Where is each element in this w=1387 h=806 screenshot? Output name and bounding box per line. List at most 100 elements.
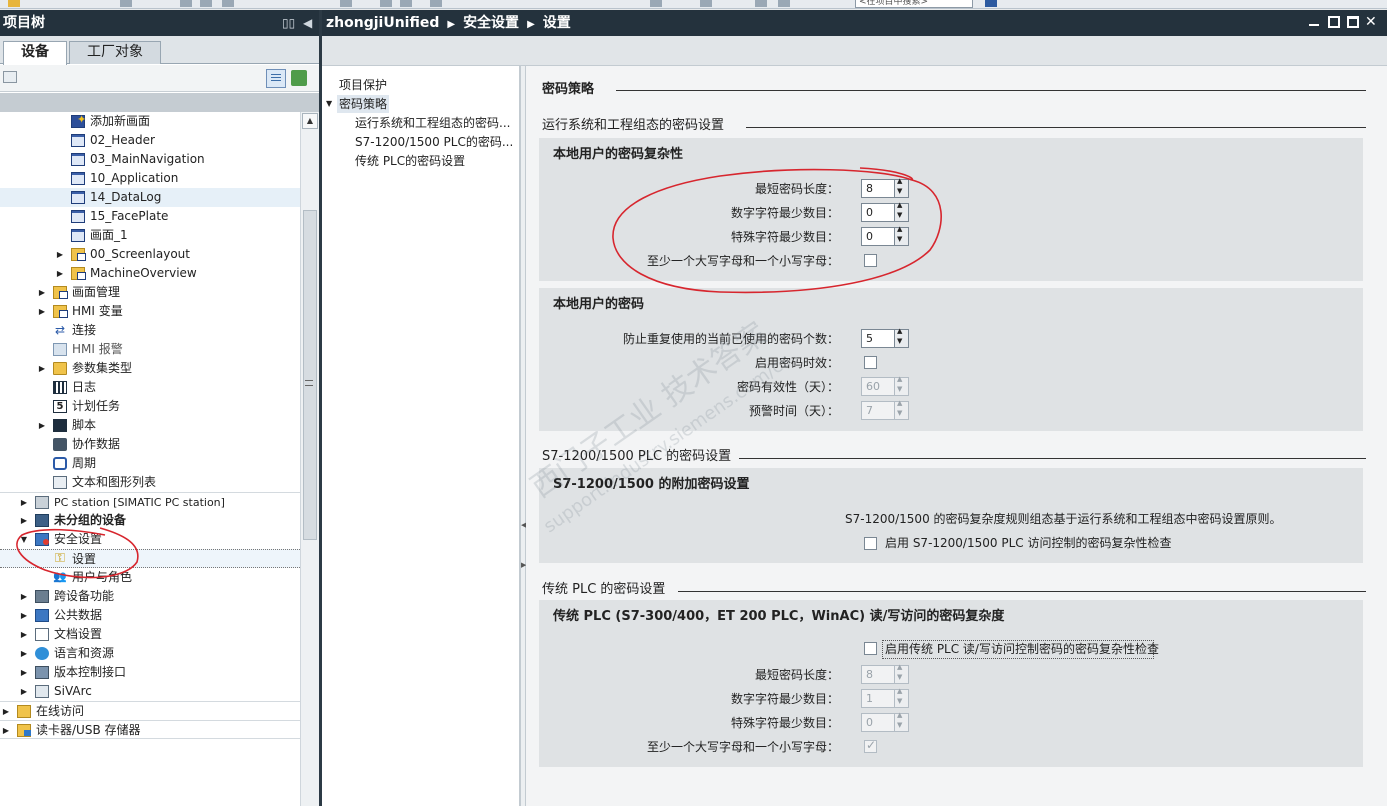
upper-lower-checkbox[interactable] (864, 254, 877, 267)
tree-item-settings[interactable]: ⚿ 设置 (0, 549, 300, 568)
tree-item-parameter-set-types[interactable]: ▶ 参数集类型 (0, 359, 300, 378)
stepper-arrows-icon[interactable] (894, 399, 908, 419)
validity-stepper[interactable]: 60 (861, 375, 909, 396)
tree-item-connections[interactable]: ⇄ 连接 (0, 321, 300, 340)
tree-item-hmi-alarms[interactable]: HMI 报警 (0, 340, 300, 359)
tree-item-00-screenlayout[interactable]: ▶ 00_Screenlayout (0, 245, 300, 264)
legacy-min-length-stepper[interactable]: 8 (861, 663, 909, 684)
tree-item-cycles[interactable]: 周期 (0, 454, 300, 473)
nav-s7-password[interactable]: S7-1200/1500 PLC的密码... (355, 133, 513, 151)
device-overview-icon[interactable] (3, 71, 17, 83)
minimize-icon[interactable] (1309, 16, 1319, 26)
search-go-icon[interactable] (985, 0, 997, 7)
add-device-icon[interactable] (291, 70, 307, 86)
expand-arrow-icon[interactable]: ▶ (1, 721, 11, 740)
tree-item-machineoverview[interactable]: ▶ MachineOverview (0, 264, 300, 283)
tab-devices[interactable]: 设备 (3, 41, 67, 65)
tree-item-cross-device[interactable]: ▶ 跨设备功能 (0, 587, 300, 606)
legacy-complexity-checkbox[interactable] (864, 642, 877, 655)
tree-item-15-faceplate[interactable]: 15_FacePlate (0, 207, 300, 226)
download-icon[interactable] (380, 0, 392, 7)
tree-item-02-header[interactable]: 02_Header (0, 131, 300, 150)
save-icon[interactable] (120, 0, 132, 7)
s7-complexity-checkbox[interactable] (864, 537, 877, 550)
legacy-min-special-stepper[interactable]: 0 (861, 711, 909, 732)
tree-item-languages[interactable]: ▶ 语言和资源 (0, 644, 300, 663)
delete-icon[interactable] (222, 0, 234, 7)
expand-arrow-icon[interactable]: ▶ (19, 663, 29, 682)
reuse-count-stepper[interactable]: 5 (861, 327, 909, 348)
tree-item-version-control[interactable]: ▶ 版本控制接口 (0, 663, 300, 682)
nav-runtime-password[interactable]: 运行系统和工程组态的密码... (355, 114, 510, 132)
project-search-input[interactable]: <在项目中搜索> (855, 0, 973, 8)
min-length-stepper[interactable]: 8 (861, 177, 909, 198)
stepper-arrows-icon[interactable] (894, 663, 908, 683)
nav-password-policy[interactable]: 密码策略 (337, 95, 390, 113)
compile-icon[interactable] (340, 0, 352, 7)
project-tree-scrollbar[interactable]: ▲ (300, 112, 319, 806)
open-project-icon[interactable] (8, 0, 20, 7)
maximize-icon[interactable] (1347, 16, 1359, 28)
tab-plant-objects[interactable]: 工厂对象 (69, 41, 161, 64)
expand-arrow-icon[interactable]: ▶ (37, 283, 47, 302)
tree-item-add-screen[interactable]: 添加新画面 (0, 112, 300, 131)
scroll-up-arrow-icon[interactable]: ▲ (302, 113, 318, 129)
tree-item-online-access[interactable]: ▶ 在线访问 (0, 701, 300, 720)
warning-time-stepper[interactable]: 7 (861, 399, 909, 420)
tree-item-common-data[interactable]: ▶ 公共数据 (0, 606, 300, 625)
stepper-arrows-icon[interactable] (894, 687, 908, 707)
simulation-icon[interactable] (430, 0, 442, 7)
tree-item-14-datalog[interactable]: 14_DataLog (0, 188, 300, 207)
expand-arrow-icon[interactable]: ▶ (19, 587, 29, 606)
enable-expiry-checkbox[interactable] (864, 356, 877, 369)
expand-arrow-icon[interactable]: ▶ (37, 359, 47, 378)
collapse-arrow-icon[interactable]: ▼ (19, 530, 29, 549)
pane-pin-icon[interactable]: ▯▯ (282, 10, 295, 36)
split-v-icon[interactable] (778, 0, 790, 7)
tree-item-screen-management[interactable]: ▶ 画面管理 (0, 283, 300, 302)
stepper-arrows-icon[interactable] (894, 177, 908, 197)
tree-item-scripts[interactable]: ▶ 脚本 (0, 416, 300, 435)
go-offline-icon[interactable] (700, 0, 712, 7)
stepper-arrows-icon[interactable] (894, 327, 908, 347)
expand-arrow-icon[interactable]: ▶ (19, 625, 29, 644)
expand-arrow-icon[interactable]: ▶ (19, 644, 29, 663)
min-digits-stepper[interactable]: 0 (861, 201, 909, 222)
tree-item-hmi-tags[interactable]: ▶ HMI 变量 (0, 302, 300, 321)
stepper-arrows-icon[interactable] (894, 201, 908, 221)
min-special-stepper[interactable]: 0 (861, 225, 909, 246)
tree-item-pc-station[interactable]: ▶ PC station [SIMATIC PC station] (0, 492, 300, 511)
legacy-upper-lower-checkbox[interactable] (864, 738, 877, 753)
float-window-icon[interactable] (1328, 16, 1340, 28)
copy-icon[interactable] (200, 0, 212, 7)
stepper-arrows-icon[interactable] (894, 375, 908, 395)
tree-item-ungrouped-devices[interactable]: ▶ 未分组的设备 (0, 511, 300, 530)
nav-legacy-plc-password[interactable]: 传统 PLC的密码设置 (355, 152, 465, 170)
expand-arrow-icon[interactable]: ▶ (1, 702, 11, 721)
collapse-arrow-icon[interactable]: ▼ (326, 95, 332, 113)
tree-item-security-settings[interactable]: ▼ 安全设置 (0, 530, 300, 549)
tree-item-document-settings[interactable]: ▶ 文档设置 (0, 625, 300, 644)
legacy-min-digits-stepper[interactable]: 1 (861, 687, 909, 708)
tree-item-10-application[interactable]: 10_Application (0, 169, 300, 188)
tree-item-card-reader[interactable]: ▶ 读卡器/USB 存储器 (0, 720, 300, 739)
tree-item-03-mainnavigation[interactable]: 03_MainNavigation (0, 150, 300, 169)
stepper-arrows-icon[interactable] (894, 225, 908, 245)
split-h-icon[interactable] (755, 0, 767, 7)
expand-arrow-icon[interactable]: ▶ (37, 416, 47, 435)
close-icon[interactable]: ✕ (1365, 15, 1377, 29)
collapse-pane-icon[interactable]: ◀ (303, 10, 312, 36)
expand-arrow-icon[interactable]: ▶ (55, 245, 65, 264)
tree-item-sivarc[interactable]: ▶ SiVArc (0, 682, 300, 701)
expand-arrow-icon[interactable]: ▶ (19, 493, 29, 512)
upload-icon[interactable] (400, 0, 412, 7)
tree-item-screen-1[interactable]: 画面_1 (0, 226, 300, 245)
scrollbar-thumb[interactable] (303, 210, 317, 540)
list-view-icon[interactable] (266, 69, 286, 88)
tree-item-text-graphic-lists[interactable]: 文本和图形列表 (0, 473, 300, 492)
tree-item-collaboration-data[interactable]: 协作数据 (0, 435, 300, 454)
expand-arrow-icon[interactable]: ▶ (19, 511, 29, 530)
tree-item-users-roles[interactable]: 👥 用户与角色 (0, 568, 300, 587)
expand-arrow-icon[interactable]: ▶ (37, 302, 47, 321)
nav-project-protection[interactable]: 项目保护 (339, 76, 387, 94)
